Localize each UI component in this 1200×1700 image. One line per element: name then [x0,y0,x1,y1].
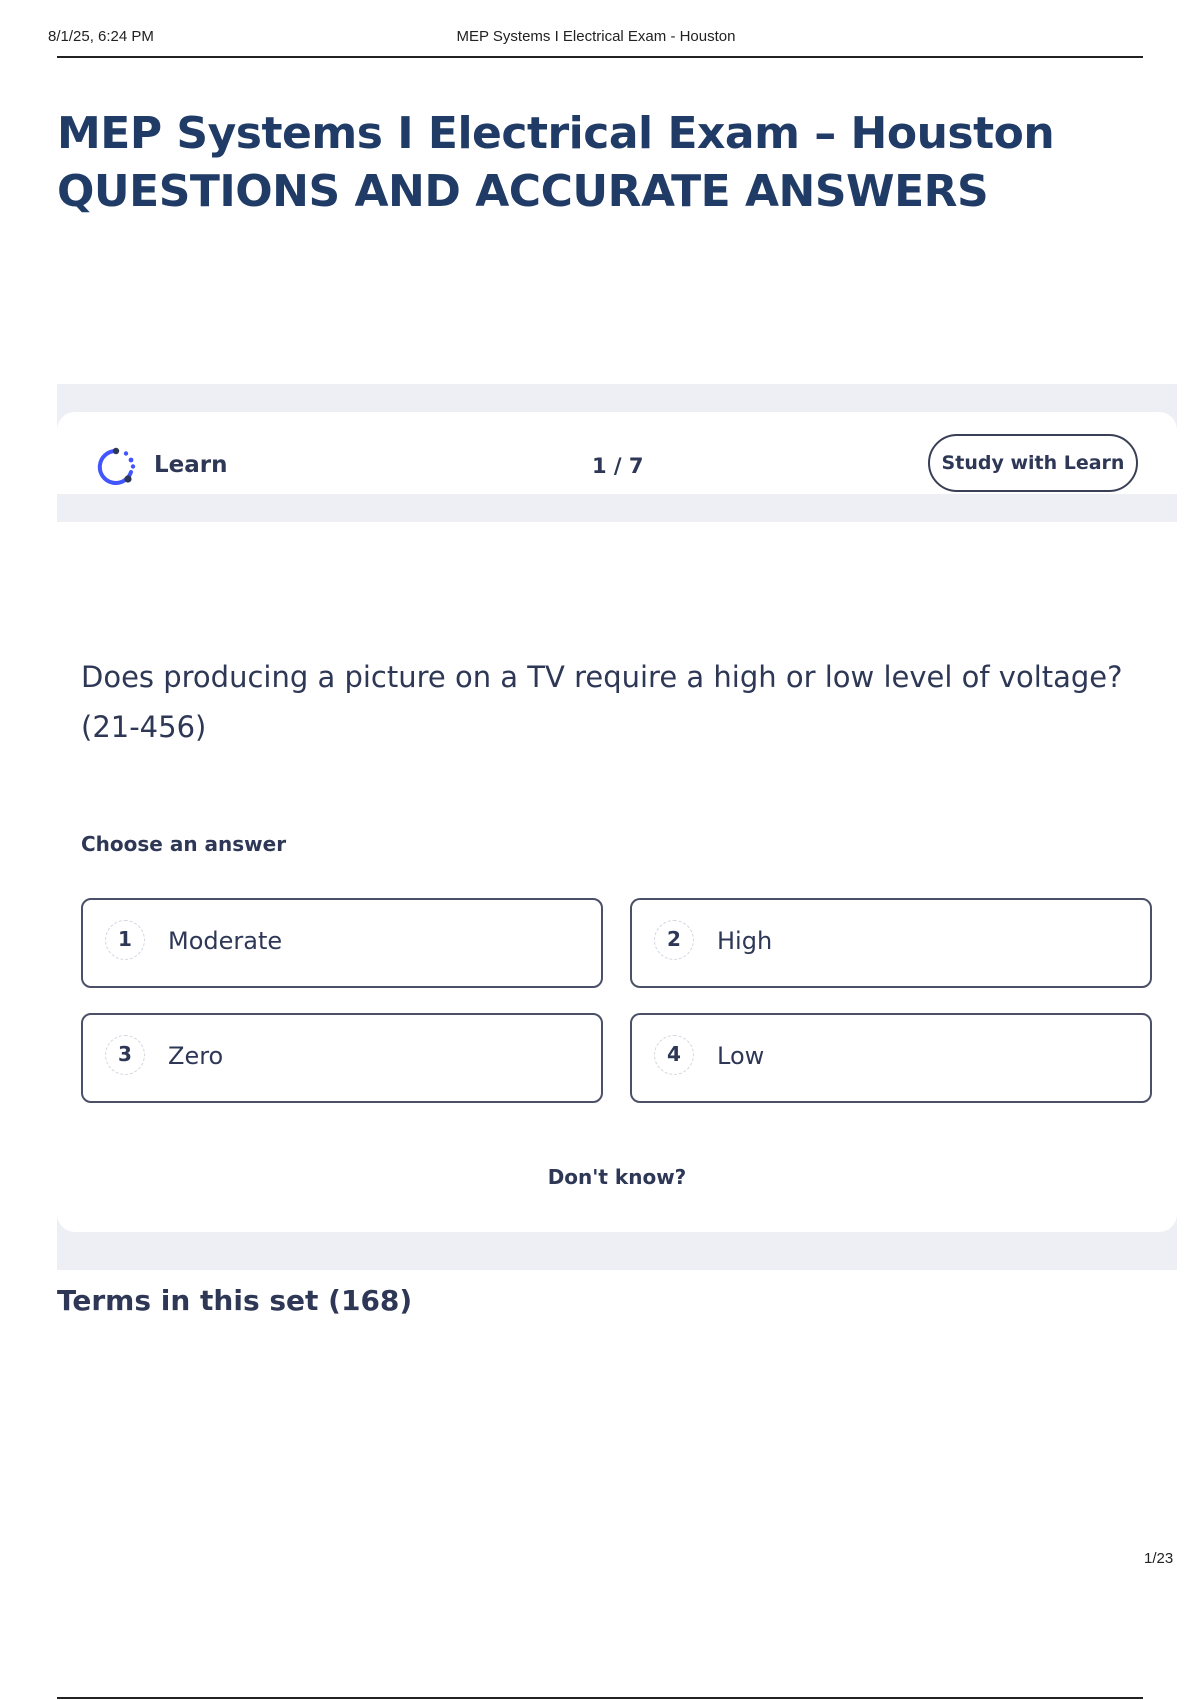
header-rule [57,56,1143,58]
option-number-badge: 2 [654,920,694,960]
card-divider [57,494,1177,522]
answer-option-1[interactable]: 1 Moderate [81,898,603,988]
question-text: Does producing a picture on a TV require… [81,660,1123,744]
learn-progress-icon [97,447,136,485]
option-label: Moderate [168,927,283,955]
learn-section: Learn 1 / 7 Study with Learn Does produc… [57,384,1177,1270]
answer-option-3[interactable]: 3 Zero [81,1013,603,1103]
terms-heading: Terms in this set (168) [57,1284,413,1317]
option-number-badge: 3 [105,1035,145,1075]
learn-card-header: Learn 1 / 7 Study with Learn [57,412,1177,492]
document-title: MEP Systems I Electrical Exam – Houston … [57,105,1137,221]
option-number-badge: 4 [654,1035,694,1075]
document-title-line-1: MEP Systems I Electrical Exam – Houston [57,108,1055,159]
answer-option-4[interactable]: 4 Low [630,1013,1152,1103]
option-number-badge: 1 [105,920,145,960]
option-label: High [717,927,773,955]
print-title: MEP Systems I Electrical Exam - Houston [456,28,736,45]
option-label: Low [717,1042,765,1070]
answer-option-2[interactable]: 2 High [630,898,1152,988]
choose-answer-label: Choose an answer [81,832,287,856]
learn-card: Learn 1 / 7 Study with Learn Does produc… [57,412,1177,1232]
option-label: Zero [168,1042,224,1070]
question-progress: 1 / 7 [592,454,644,478]
print-header: 8/1/25, 6:24 PM MEP Systems I Electrical… [48,28,1144,50]
footer-rule [57,1697,1143,1699]
document-title-line-2: QUESTIONS AND ACCURATE ANSWERS [57,166,989,217]
study-with-learn-button[interactable]: Study with Learn [928,434,1138,492]
dont-know-link[interactable]: Don't know? [57,1165,1177,1189]
learn-label: Learn [154,452,228,478]
page-number: 1/23 [1144,1550,1174,1567]
